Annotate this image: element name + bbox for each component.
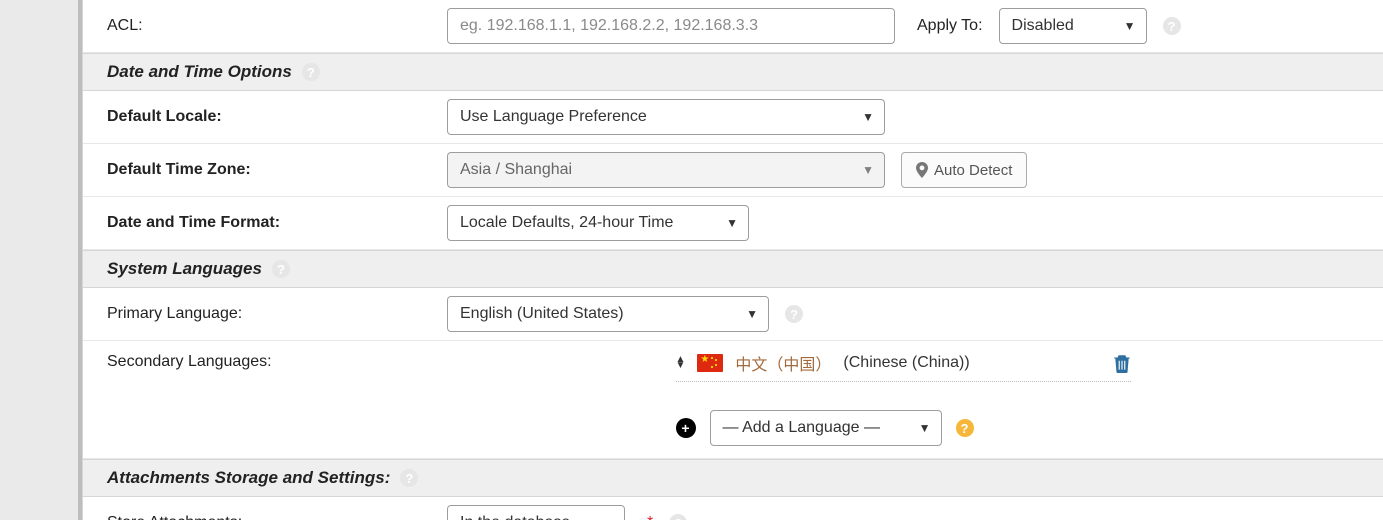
primary-language-value: English (United States) — [448, 305, 654, 323]
default-locale-select[interactable]: Use Language Preference ▼ — [447, 99, 885, 135]
section-datetime-title: Date and Time Options — [107, 62, 292, 82]
chevron-down-icon: ▼ — [862, 163, 874, 177]
plus-circle-icon[interactable]: + — [676, 418, 696, 438]
trash-icon[interactable] — [1113, 353, 1131, 373]
secondary-language-item: ▲▼ 中文（中国） (Chinese (China)) — [676, 351, 1131, 382]
add-language-row: + — Add a Language — ▼ ? — [676, 406, 1131, 446]
datetime-format-value: Locale Defaults, 24-hour Time — [448, 214, 703, 232]
default-locale-row: Default Locale: Use Language Preference … — [83, 91, 1383, 144]
help-icon[interactable]: ? — [302, 63, 320, 81]
flag-china-icon — [697, 354, 723, 372]
add-language-value: — Add a Language — — [711, 419, 910, 437]
chevron-down-icon: ▼ — [919, 421, 931, 435]
required-asterisk: * — [647, 514, 653, 520]
section-attachments-title: Attachments Storage and Settings: — [107, 468, 390, 488]
primary-language-row: Primary Language: English (United States… — [83, 288, 1383, 341]
sort-handle-icon[interactable]: ▲▼ — [676, 357, 686, 369]
default-timezone-label: Default Time Zone: — [107, 161, 447, 179]
primary-language-select[interactable]: English (United States) ▼ — [447, 296, 769, 332]
chevron-down-icon: ▼ — [602, 516, 614, 520]
chevron-down-icon: ▼ — [746, 307, 758, 321]
default-timezone-value: Asia / Shanghai — [448, 161, 602, 179]
default-locale-value: Use Language Preference — [448, 108, 677, 126]
secondary-languages-label: Secondary Languages: — [107, 351, 447, 371]
chevron-down-icon: ▼ — [862, 110, 874, 124]
pin-icon — [916, 162, 928, 178]
section-datetime-header: Date and Time Options ? — [83, 53, 1383, 91]
section-languages-header: System Languages ? — [83, 250, 1383, 288]
store-attachments-value: In the database — [448, 514, 600, 520]
acl-input[interactable] — [447, 8, 895, 44]
store-attachments-row: Store Attachments: In the database ▼ * ? — [83, 497, 1383, 520]
primary-language-label: Primary Language: — [107, 305, 447, 323]
default-timezone-select[interactable]: Asia / Shanghai ▼ — [447, 152, 885, 188]
add-language-select[interactable]: — Add a Language — ▼ — [710, 410, 942, 446]
auto-detect-label: Auto Detect — [934, 162, 1012, 179]
section-languages-title: System Languages — [107, 259, 262, 279]
datetime-format-row: Date and Time Format: Locale Defaults, 2… — [83, 197, 1383, 250]
auto-detect-button[interactable]: Auto Detect — [901, 152, 1027, 188]
default-locale-label: Default Locale: — [107, 108, 447, 126]
store-attachments-label: Store Attachments: — [107, 514, 447, 520]
secondary-language-english: (Chinese (China)) — [843, 354, 969, 372]
apply-to-select[interactable]: Disabled ▼ — [999, 8, 1147, 44]
help-icon[interactable]: ? — [272, 260, 290, 278]
apply-to-label: Apply To: — [917, 17, 983, 35]
help-icon[interactable]: ? — [785, 305, 803, 323]
default-timezone-row: Default Time Zone: Asia / Shanghai ▼ Aut… — [83, 144, 1383, 197]
acl-label: ACL: — [107, 17, 447, 35]
secondary-language-native: 中文（中国） — [735, 351, 831, 375]
help-icon[interactable]: ? — [400, 469, 418, 487]
chevron-down-icon: ▼ — [1124, 19, 1136, 33]
datetime-format-select[interactable]: Locale Defaults, 24-hour Time ▼ — [447, 205, 749, 241]
help-warning-icon[interactable]: ? — [956, 419, 974, 437]
store-attachments-select[interactable]: In the database ▼ — [447, 505, 625, 520]
help-icon[interactable]: ? — [1163, 17, 1181, 35]
datetime-format-label: Date and Time Format: — [107, 214, 447, 232]
section-attachments-header: Attachments Storage and Settings: ? — [83, 459, 1383, 497]
secondary-languages-row: Secondary Languages: ▲▼ 中文（中国） (Chinese … — [83, 341, 1383, 459]
apply-to-value: Disabled — [1000, 17, 1104, 35]
help-icon[interactable]: ? — [669, 514, 687, 520]
chevron-down-icon: ▼ — [726, 216, 738, 230]
acl-row: ACL: Apply To: Disabled ▼ ? — [83, 0, 1383, 53]
